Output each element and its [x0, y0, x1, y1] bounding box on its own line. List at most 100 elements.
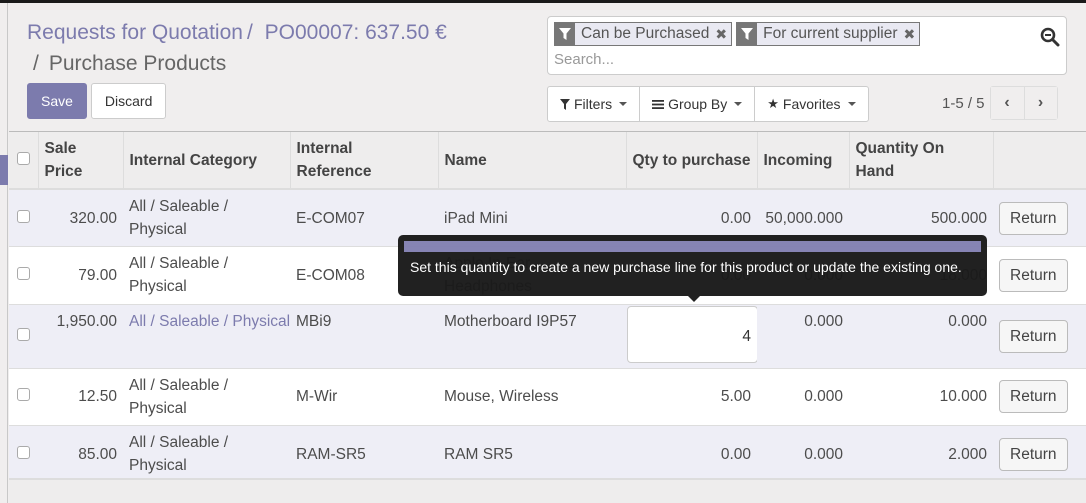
field-help-tooltip: Set this quantity to create a new purcha…	[398, 235, 987, 302]
favorites-label: Favorites	[782, 96, 841, 112]
row-checkbox[interactable]	[9, 303, 38, 368]
bars-icon	[652, 99, 665, 109]
cell-quantity-on-hand: 0.000	[849, 303, 993, 368]
cell-internal-reference: M-Wir	[290, 367, 438, 426]
search-options: Filters Group By ★ Favorites	[547, 86, 869, 122]
breadcrumb-item-po[interactable]: PO00007: 637.50 €	[265, 21, 447, 44]
facet-label: For current supplier	[763, 25, 898, 42]
facet-remove-icon[interactable]: ✖	[902, 23, 920, 45]
breadcrumb-item-rfq[interactable]: Requests for Quotation	[27, 21, 243, 44]
cell-sale-price: 1,950.00	[38, 303, 123, 368]
cell-internal-reference: MBi9	[290, 303, 438, 368]
column-header-name[interactable]: Name	[437, 132, 626, 190]
table-row[interactable]: 85.00 All / Saleable / Physical RAM-SR5 …	[9, 425, 1086, 483]
left-active-tab[interactable]	[0, 155, 8, 185]
filter-icon	[737, 23, 758, 45]
cell-name: RAM SR5	[438, 425, 626, 483]
column-header-sale-price[interactable]: Sale Price	[37, 132, 123, 190]
column-header-actions	[992, 132, 1086, 190]
cell-internal-category: All / Saleable / Physical	[123, 425, 290, 483]
cell-incoming: 0.000	[757, 367, 849, 426]
cell-quantity-on-hand: 10.000	[849, 367, 993, 426]
cell-name: Mouse, Wireless	[438, 367, 626, 426]
breadcrumb-separator: /	[33, 52, 39, 75]
filter-icon	[555, 23, 575, 45]
breadcrumb-item-current: Purchase Products	[48, 52, 227, 75]
cell-qty-to-purchase: 4	[626, 303, 758, 368]
cell-actions: Return	[993, 425, 1086, 483]
groupby-label: Group By	[668, 96, 728, 112]
cell-quantity-on-hand: 2.000	[849, 425, 993, 483]
return-button[interactable]: Return	[999, 438, 1068, 471]
column-header-qty-to-purchase[interactable]: Qty to purchase	[625, 132, 757, 190]
return-button[interactable]: Return	[999, 258, 1068, 292]
facet-label: Can be Purchased	[581, 25, 710, 42]
tooltip-arrow	[688, 296, 700, 302]
cell-sale-price: 85.00	[38, 425, 123, 483]
cell-internal-reference: RAM-SR5	[290, 425, 438, 483]
row-checkbox[interactable]	[9, 188, 38, 247]
tooltip-text: Set this quantity to create a new purcha…	[410, 259, 962, 275]
cell-actions: Return	[993, 246, 1086, 304]
search-view: Can be Purchased ✖ For current supplier …	[547, 16, 1067, 75]
chevron-right-icon: ›	[1037, 94, 1044, 111]
cell-actions: Return	[993, 367, 1086, 426]
qty-to-purchase-input[interactable]: 4	[627, 305, 758, 363]
discard-button[interactable]: Discard	[90, 83, 167, 119]
caret-down-icon	[619, 102, 628, 106]
product-list: Sale Price Internal Category Internal Re…	[9, 131, 1086, 503]
groupby-dropdown[interactable]: Group By	[640, 87, 756, 121]
pager-next-button[interactable]: ›	[1023, 87, 1057, 119]
cell-incoming: 0.000	[757, 303, 849, 368]
save-button[interactable]: Save	[27, 83, 87, 119]
cell-actions: Return	[993, 188, 1086, 247]
filters-label: Filters	[574, 96, 613, 112]
search-input[interactable]	[554, 51, 1014, 68]
cell-internal-category: All / Saleable / Physical	[123, 367, 290, 426]
filter-icon	[560, 98, 570, 110]
column-header-internal-category[interactable]: Internal Category	[122, 132, 290, 190]
row-checkbox[interactable]	[9, 425, 38, 483]
favorites-dropdown[interactable]: ★ Favorites	[755, 87, 867, 121]
return-button[interactable]: Return	[999, 380, 1068, 414]
breadcrumb: Requests for Quotation / PO00007: 637.50 …	[27, 17, 537, 79]
facet-remove-icon[interactable]: ✖	[713, 23, 731, 45]
cell-incoming: 0.000	[757, 425, 849, 483]
cell-qty-to-purchase[interactable]: 5.00	[626, 367, 757, 426]
cell-internal-category: All / Saleable / Physical	[123, 246, 290, 304]
pager-value[interactable]: 1-5 / 5	[942, 95, 985, 112]
row-checkbox[interactable]	[9, 246, 38, 304]
cell-qty-to-purchase[interactable]: 0.00	[626, 425, 757, 483]
chevron-left-icon: ‹	[1004, 94, 1010, 111]
row-checkbox[interactable]	[9, 367, 38, 426]
caret-down-icon	[734, 102, 743, 106]
column-header-internal-reference[interactable]: Internal Reference	[289, 132, 438, 190]
return-button[interactable]: Return	[999, 201, 1068, 235]
pager-buttons: ‹ ›	[989, 86, 1058, 120]
pager-previous-button[interactable]: ‹	[990, 87, 1024, 119]
return-button[interactable]: Return	[999, 319, 1068, 353]
cell-name: Motherboard I9P57	[438, 303, 626, 368]
search-facet: Can be Purchased ✖	[554, 22, 733, 46]
product-table: Sale Price Internal Category Internal Re…	[9, 132, 1086, 483]
cell-actions: Return	[993, 303, 1086, 368]
caret-down-icon	[847, 102, 856, 106]
star-icon: ★	[767, 96, 779, 111]
form-buttons: Save Discard	[27, 83, 167, 119]
select-all-checkbox[interactable]	[9, 132, 38, 190]
cell-sale-price: 12.50	[38, 367, 123, 426]
list-footer	[9, 478, 1086, 503]
cell-internal-category-link[interactable]: All / Saleable / Physical	[123, 303, 290, 368]
column-header-incoming[interactable]: Incoming	[756, 132, 849, 190]
tooltip-title-bar	[404, 241, 981, 252]
search-facet: For current supplier ✖	[736, 22, 921, 46]
breadcrumb-separator: /	[246, 21, 253, 44]
table-row-editing[interactable]: 1,950.00 All / Saleable / Physical MBi9 …	[9, 303, 1086, 368]
table-header-row: Sale Price Internal Category Internal Re…	[9, 132, 1086, 190]
table-row[interactable]: 12.50 All / Saleable / Physical M-Wir Mo…	[9, 367, 1086, 426]
column-header-quantity-on-hand[interactable]: Quantity On Hand	[848, 132, 993, 190]
control-panel: Requests for Quotation / PO00007: 637.50 …	[9, 3, 1086, 131]
filters-dropdown[interactable]: Filters	[548, 87, 641, 121]
cell-sale-price: 320.00	[38, 188, 123, 247]
search-clear-icon[interactable]	[1040, 27, 1060, 47]
